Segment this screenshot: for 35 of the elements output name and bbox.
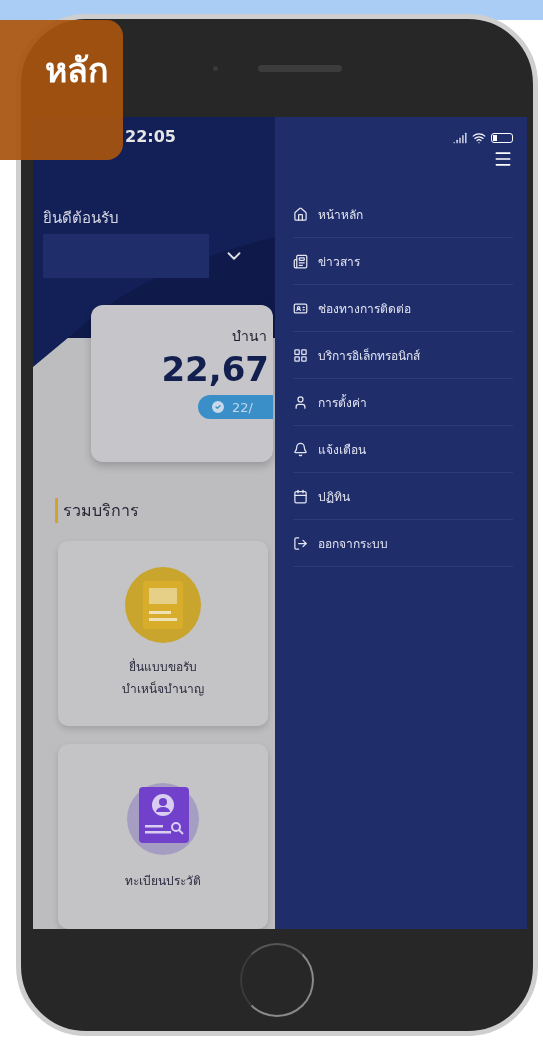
profile-search-icon (125, 780, 201, 857)
menu-item[interactable]: หน้าหลัก (293, 191, 513, 238)
grid-icon (293, 347, 308, 363)
badge-date: 22/ (232, 399, 253, 415)
menu-item[interactable]: แจ้งเตือน (293, 426, 513, 473)
service-card[interactable]: ทะเบียนประวัติ (58, 744, 268, 929)
home-button[interactable] (240, 943, 314, 1017)
status-time: 22:05 (125, 127, 177, 146)
newspaper-icon (293, 253, 308, 269)
menu-item[interactable]: ช่องทางการติดต่อ (293, 285, 513, 332)
account-select-field[interactable] (43, 234, 209, 278)
logout-icon (293, 535, 308, 551)
service-card[interactable]: ยื่นแบบขอรับ บำเหน็จบำนาญ (58, 541, 268, 726)
check-circle-icon (210, 399, 227, 415)
signal-icon (453, 131, 467, 145)
menu-icon[interactable] (493, 149, 513, 169)
wifi-icon (472, 131, 486, 145)
menu-item[interactable]: ปฏิทิน (293, 473, 513, 520)
id-card-icon (293, 300, 308, 316)
home-icon (293, 206, 308, 222)
menu-item[interactable]: การตั้งค่า (293, 379, 513, 426)
battery-icon (491, 133, 513, 143)
service-label: ยื่นแบบขอรับ บำเหน็จบำนาญ (122, 657, 204, 698)
banner-text: หลัก (45, 49, 109, 92)
pension-label: บำนา (232, 327, 267, 346)
menu-item[interactable]: ออกจากระบบ (293, 520, 513, 567)
user-icon (293, 394, 308, 410)
menu-item[interactable]: บริการอิเล็กทรอนิกส์ (293, 332, 513, 379)
bell-icon (293, 441, 308, 457)
document-icon (125, 566, 201, 643)
menu-item[interactable]: ข่าวสาร (293, 238, 513, 285)
welcome-text: ยินดีต้อนรับ (43, 208, 120, 229)
service-label: ทะเบียนประวัติ (125, 872, 201, 890)
pension-amount: 22,67 (161, 349, 269, 389)
calendar-icon (293, 488, 308, 504)
